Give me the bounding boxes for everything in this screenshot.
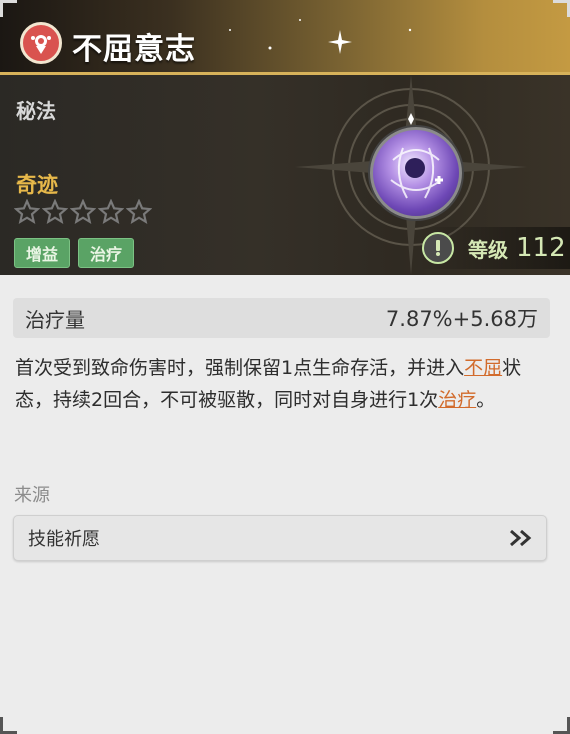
keyword-link-unyielding[interactable]: 不屈 [464, 357, 502, 379]
keyword-link-heal[interactable]: 治疗 [438, 389, 476, 411]
star-icon [98, 199, 124, 224]
star-icon [42, 199, 68, 224]
skill-category: 秘法 [16, 99, 56, 123]
title-banner: 不屈意志 [0, 0, 570, 75]
source-heading: 来源 [14, 485, 50, 506]
skill-rarity: 奇迹 [16, 173, 58, 197]
level-label: 等级 [468, 237, 508, 262]
star-icon [126, 199, 152, 224]
frame-corner [553, 717, 570, 734]
skill-info-panel: 秘法 奇迹 增益 治疗 等级 112 [0, 75, 570, 275]
star-icon [70, 199, 96, 224]
exclamation-icon[interactable] [422, 232, 454, 264]
skill-orb-icon [370, 127, 462, 219]
stat-value: 7.87%+5.68万 [385, 307, 538, 331]
frame-corner [553, 0, 570, 17]
medal-icon [20, 22, 62, 64]
star-icon [14, 199, 40, 224]
frame-corner [0, 717, 17, 734]
tag-buff: 增益 [14, 238, 71, 268]
source-button[interactable]: 技能祈愿 [13, 515, 547, 561]
frame-corner [0, 0, 17, 17]
description-text: 首次受到致命伤害时，强制保留1点生命存活，并进入 [15, 357, 465, 379]
star-rating [14, 199, 152, 225]
stat-label: 治疗量 [25, 307, 85, 332]
skill-description: 首次受到致命伤害时，强制保留1点生命存活，并进入不屈状态，持续2回合，不可被驱散… [15, 352, 555, 416]
stat-row-heal: 治疗量 7.87%+5.68万 [13, 298, 550, 338]
level-indicator: 等级 112 [418, 227, 570, 269]
double-chevron-right-icon [510, 529, 532, 547]
skill-card: 不屈意志 秘法 奇迹 增益 治疗 等级 112 治疗量 7.87%+5.68万 … [0, 0, 570, 734]
tag-list: 增益 治疗 [14, 238, 135, 268]
source-button-label: 技能祈愿 [28, 529, 100, 550]
description-text: 。 [476, 389, 496, 411]
skill-title: 不屈意志 [72, 32, 196, 67]
level-value: 112 [516, 233, 566, 263]
tag-heal: 治疗 [78, 238, 135, 268]
